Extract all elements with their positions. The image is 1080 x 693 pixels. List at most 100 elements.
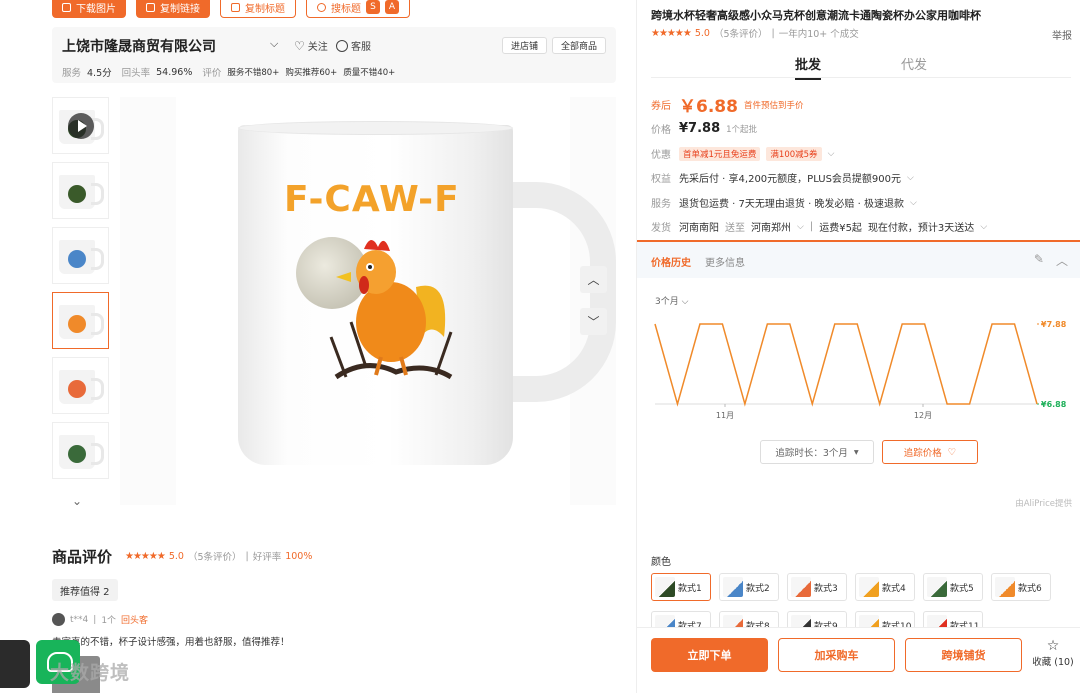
price-label: ¥7.88 (1041, 320, 1067, 329)
star-rating-icon: ★★★★★ (651, 27, 692, 39)
chevron-down-icon[interactable]: ⌵ (270, 37, 278, 51)
variant-label: 款式3 (814, 583, 838, 594)
purchase-mode-tabs: 批发 代发 (651, 50, 1071, 80)
thumbnail[interactable] (52, 357, 109, 414)
destination-select[interactable]: 河南郑州 (751, 219, 791, 234)
report-link[interactable]: 举报 (1052, 27, 1072, 42)
color-label: 颜色 (651, 557, 671, 568)
color-variant-option[interactable]: 款式1 (651, 573, 711, 601)
copy-title-button[interactable]: 复制标题 (220, 0, 296, 18)
image-icon (62, 2, 71, 12)
bottom-action-bar: 立即下单 加采购车 跨境铺货 ☆ 收藏 (10) (637, 627, 1080, 693)
data-source: 由AliPrice提供 (1015, 499, 1072, 509)
heart-icon: ♡ (947, 446, 957, 458)
variant-label: 款式2 (746, 583, 770, 594)
recommend-filter-tag[interactable]: 推荐值得 2 (52, 579, 118, 601)
tab-wholesale[interactable]: 批发 (795, 54, 822, 80)
search-title-button[interactable]: 搜标题 S A (306, 0, 410, 18)
overlay-widget[interactable] (0, 640, 30, 688)
top-action-bar: 下载图片 复制链接 复制标题 搜标题 S A (52, 0, 410, 18)
chevron-down-icon[interactable]: ⌵ (910, 198, 917, 208)
thumbnail[interactable] (52, 162, 109, 219)
range-select[interactable]: 3个月 ⌵ (655, 294, 688, 307)
product-title: 跨境水杯轻奢高级感小众马克杯创意潮流卡通陶瓷杯办公家用咖啡杯 (651, 9, 981, 22)
reviews-title: 商品评价 (52, 548, 113, 566)
enter-store-button[interactable]: 进店铺 (502, 37, 548, 54)
color-variant-option[interactable]: 款式5 (923, 573, 983, 601)
store-stats: 服务 4.5分 回头率 54.96% 评价 服务不错80+ 购买推荐60+ 质量不错… (62, 66, 396, 80)
download-images-button[interactable]: 下载图片 (52, 0, 126, 18)
variant-thumbnail (859, 577, 879, 597)
favorite-button[interactable]: ☆ 收藏 (10) (1030, 638, 1076, 668)
chevron-up-icon[interactable]: ︿ (1056, 252, 1068, 269)
tab-more-info[interactable]: 更多信息 (705, 254, 745, 269)
price-label: ¥6.88 (1041, 400, 1067, 409)
color-variant-option[interactable]: 款式6 (991, 573, 1051, 601)
variant-thumbnail (927, 577, 947, 597)
image-prev-button[interactable]: ︿ (580, 266, 607, 293)
tab-price-history[interactable]: 价格历史 (651, 254, 691, 269)
buy-now-button[interactable]: 立即下单 (651, 638, 768, 672)
reviews-summary: ★★★★★ 5.0 （5条评价） | 好评率 100% (125, 550, 313, 564)
star-icon: ☆ (1046, 638, 1060, 654)
coupon-price-row: 券后 ￥6.88 首件预估到手价 (651, 92, 803, 117)
search-icon (317, 2, 326, 12)
service-row: 服务 退货包运费 · 7天无理由退货 · 晚发必赔 · 极速退款 ⌵ (651, 197, 917, 211)
variant-thumbnail (655, 577, 675, 597)
rights-row: 权益 先采后付 · 享4,200元额度，PLUS会员提额900元 ⌵ (651, 172, 914, 186)
image-next-button[interactable]: ﹀ (580, 308, 607, 335)
thumbnail-selected[interactable] (52, 292, 109, 349)
platform-logo-icon: S (366, 0, 380, 14)
review-text: 卖家真的不错，杯子设计感强，用着也舒服，值得推荐！ (52, 637, 290, 648)
variant-label: 款式6 (1018, 583, 1042, 594)
thumbnail[interactable] (52, 227, 109, 284)
coupon-badge[interactable]: 满100减5券 (766, 146, 822, 161)
thumbnail[interactable] (52, 422, 109, 479)
chevron-down-icon[interactable]: ⌵ (797, 222, 804, 232)
unit-price: ¥7.88 (679, 121, 721, 136)
heart-icon: ♡ (294, 38, 305, 53)
rooster-graphic (329, 239, 453, 380)
store-card: 上饶市隆晟商贸有限公司 ⌵ ♡ 关注 客服 进店铺 全部商品 服务 4.5分 回头率… (52, 27, 616, 83)
coupon-badge[interactable]: 首单减1元且免运费 (679, 146, 761, 161)
store-name[interactable]: 上饶市隆晟商贸有限公司 (62, 36, 216, 56)
color-variant-option[interactable]: 款式3 (787, 573, 847, 601)
x-tick-label: 12月 (914, 411, 932, 420)
watermark-text: 大数跨境 (50, 662, 131, 684)
avatar (52, 613, 65, 626)
chevron-down-icon[interactable]: ⌵ (980, 222, 987, 232)
cross-border-list-button[interactable]: 跨境铺货 (905, 638, 1022, 672)
chevron-down-icon[interactable]: ⌵ (828, 149, 835, 159)
price-history-chart: ¥7.88 ¥6.88 11月 12月 (654, 320, 1067, 420)
play-icon[interactable] (68, 113, 94, 139)
reviewer-info: t**4 | 1个 回头客 (52, 613, 148, 626)
copy-link-button[interactable]: 复制链接 (136, 0, 210, 18)
product-rating: ★★★★★ 5.0 （5条评价） | 一年内10+ 个成交 (651, 27, 859, 41)
thumbnails-more-chevron-icon[interactable]: ⌄ (72, 494, 82, 508)
chevron-up-icon: ︿ (587, 273, 600, 287)
thumbnail-video[interactable] (52, 97, 109, 154)
customer-service-button[interactable]: 客服 (336, 38, 371, 53)
color-variant-option[interactable]: 款式4 (855, 573, 915, 601)
coupon-price: ￥6.88 (679, 97, 738, 117)
discount-row: 优惠 首单减1元且免运费 满100减5券 ⌵ (651, 146, 835, 161)
tab-dropship[interactable]: 代发 (901, 54, 927, 73)
follow-button[interactable]: ♡ 关注 (294, 38, 328, 54)
add-to-cart-button[interactable]: 加采购车 (778, 638, 895, 672)
all-products-button[interactable]: 全部商品 (552, 37, 607, 54)
price-row: 价格 ¥7.88 1个起批 (651, 121, 758, 136)
document-icon (231, 2, 240, 12)
x-tick-label: 11月 (716, 411, 734, 420)
edit-icon[interactable]: ✎ (1034, 252, 1044, 269)
track-price-button[interactable]: 追踪价格 ♡ (882, 440, 978, 464)
eval-tag: 质量不错40+ (343, 68, 396, 78)
main-product-image: F-CAW-F (120, 97, 616, 505)
chevron-down-icon[interactable]: ⌵ (907, 173, 914, 183)
variant-thumbnail (791, 577, 811, 597)
track-duration-select[interactable]: 追踪时长：3个月 ▾ (760, 440, 874, 464)
caret-down-icon: ▾ (853, 446, 859, 458)
color-variant-option[interactable]: 款式2 (719, 573, 779, 601)
chevron-down-icon: ﹀ (587, 315, 600, 329)
eval-tag: 购买推荐60+ (285, 68, 338, 78)
variant-label: 款式1 (678, 583, 702, 594)
